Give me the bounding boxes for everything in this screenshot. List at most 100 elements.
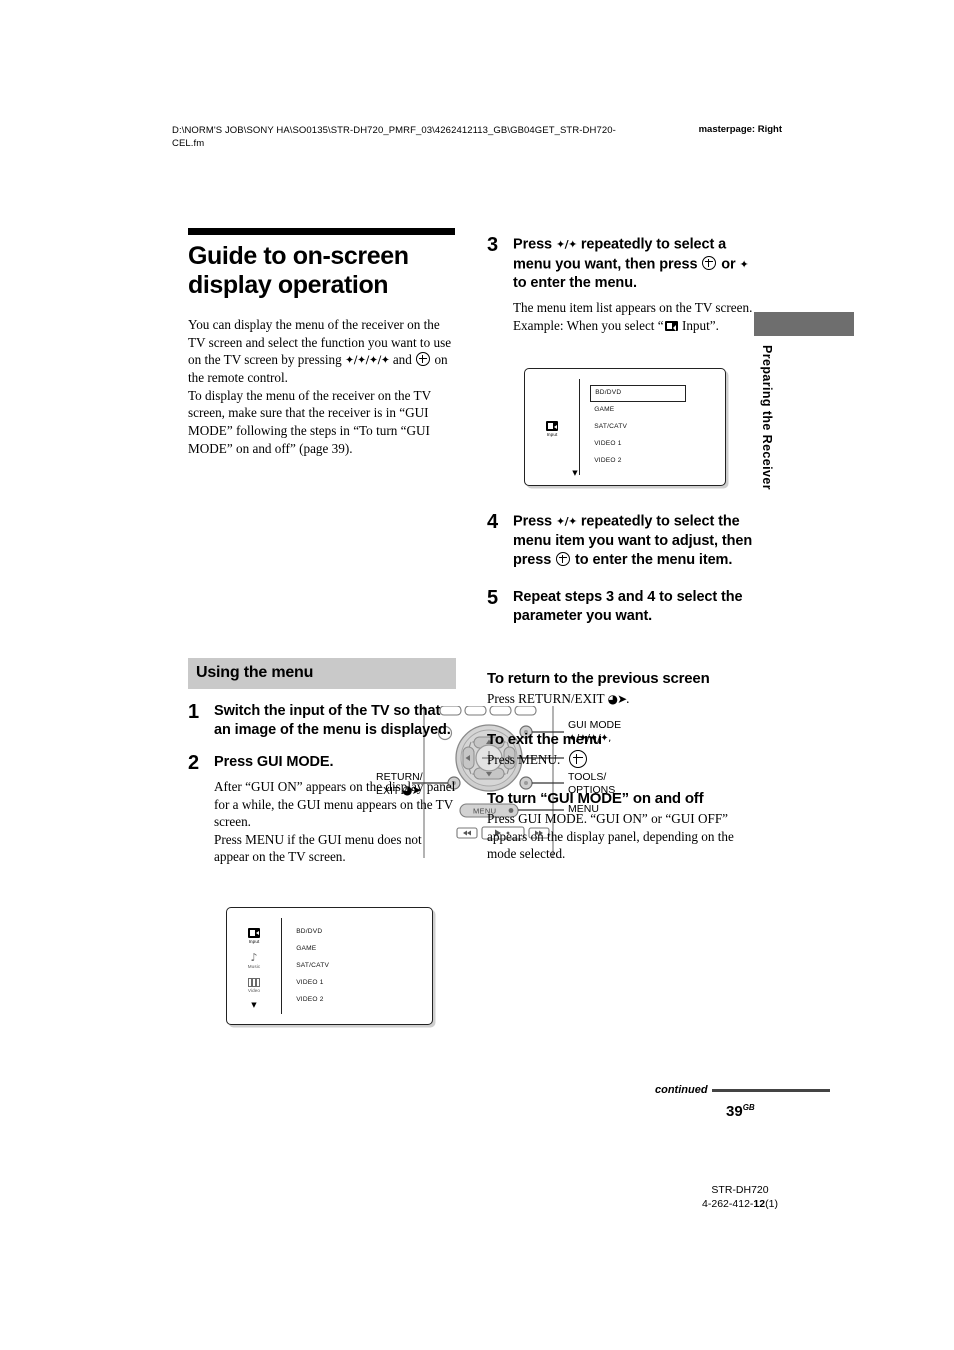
page-number-value: 39 <box>726 1103 743 1120</box>
continued-rule <box>711 1088 830 1092</box>
step-2: 2 Press GUI MODE. After “GUI ON” appears… <box>188 753 456 866</box>
step-2-desc-line-1: After “GUI ON” appears on the display pa… <box>214 779 456 830</box>
right-column-minor-sections: To return to the previous screen Press R… <box>487 670 762 863</box>
step-1-number: 1 <box>188 701 200 723</box>
minor-heading-gui-mode: To turn “GUI MODE” on and off <box>487 790 704 808</box>
step-3-desc-line-2a: Example: When you select “ <box>513 317 664 333</box>
input-icon <box>664 320 678 331</box>
up-down-arrows-icon: ✦/✦ <box>555 515 577 528</box>
step-4-heading: Press ✦/✦ repeatedly to select the menu … <box>513 512 759 570</box>
list-item[interactable]: GAME <box>296 941 432 958</box>
tv-input-list: BD/DVD GAME SAT/CATV VIDEO 1 VIDEO 2 <box>282 908 432 1024</box>
scroll-down-caret-icon: ▼ <box>572 469 578 477</box>
page-number-suffix: GB <box>742 1103 755 1112</box>
source-file-path: D:\NORM'S JOB\SONY HA\SO0135\STR-DH720_P… <box>172 125 616 149</box>
minor-section-return: To return to the previous screen Press R… <box>487 670 762 709</box>
tv-screen-mockup-input-selected: Input BD/DVD GAME SAT/CATV VIDEO 1 VIDEO… <box>524 368 726 486</box>
step-3-head-c: or <box>717 256 740 272</box>
intro-paragraph-2: To display the menu of the receiver on t… <box>188 387 431 456</box>
minor-body-return-b: . <box>626 691 630 706</box>
step-3-desc-line-1: The menu item list appears on the TV scr… <box>513 300 753 315</box>
direction-arrows-icon: ✦/✦/✦/✦ <box>345 353 390 367</box>
minor-heading-exit: To exit the menu <box>487 730 602 748</box>
enter-button-icon <box>556 551 571 566</box>
side-tab-label: Preparing the Receiver <box>760 345 774 490</box>
title-rule <box>188 228 455 235</box>
intro-text-b: and <box>389 352 416 368</box>
continued-marker: continued <box>655 1084 830 1096</box>
step-3-number: 3 <box>487 234 499 256</box>
step-1-heading: Switch the input of the TV so that an im… <box>214 703 451 738</box>
step-3-head-d: to enter the menu. <box>513 275 637 291</box>
list-item[interactable]: VIDEO 2 <box>594 453 725 470</box>
tv-icon-music: ♪ Music <box>247 950 261 969</box>
minor-body-return: Press RETURN/EXIT ◕➤. <box>487 690 762 709</box>
list-item[interactable]: GAME <box>594 402 725 419</box>
right-arrow-icon: ✦ <box>739 257 749 271</box>
masterpage-label: masterpage: Right <box>698 124 782 135</box>
step-5: 5 Repeat steps 3 and 4 to select the par… <box>487 588 759 626</box>
tv-icon-music-label: Music <box>247 963 261 969</box>
list-item[interactable]: SAT/CATV <box>594 419 725 436</box>
footer-model-info: STR-DH720 4-262-412-12(1) <box>640 1183 840 1211</box>
scroll-down-caret-icon: ▼ <box>251 1000 257 1009</box>
list-item[interactable]: BD/DVD <box>296 924 432 941</box>
list-item[interactable]: SAT/CATV <box>296 958 432 975</box>
section-subhead: Using the menu <box>188 658 456 689</box>
minor-body-exit: Press MENU. <box>487 751 561 767</box>
tv-icon-input: Input <box>546 421 558 437</box>
enter-button-icon <box>416 352 431 367</box>
tv-icon-video: Video <box>247 977 261 993</box>
footer-part-b: 12 <box>753 1198 766 1210</box>
step-2-description: After “GUI ON” appears on the display pa… <box>214 778 456 866</box>
tv-icon-input-label: Input <box>248 938 260 944</box>
minor-heading-return: To return to the previous screen <box>487 670 710 687</box>
continued-label: continued <box>655 1084 708 1096</box>
right-column-steps-4-5: 4 Press ✦/✦ repeatedly to select the men… <box>487 512 759 626</box>
step-3: 3 Press ✦/✦ repeatedly to select a menu … <box>487 235 757 334</box>
right-column: 3 Press ✦/✦ repeatedly to select a menu … <box>487 235 757 334</box>
tv-screen-mockup-menu-list: Input ♪ Music Video ▼ BD/DVD GAME SAT/CA… <box>226 907 433 1025</box>
footer-part-a: 4-262-412- <box>702 1198 754 1210</box>
footer-part-c: (1) <box>765 1198 778 1210</box>
up-down-arrows-icon: ✦/✦ <box>555 238 577 251</box>
step-3-heading: Press ✦/✦ repeatedly to select a menu yo… <box>513 235 757 293</box>
footer-model-name: STR-DH720 <box>711 1184 769 1196</box>
left-column: Guide to on-screen display operation You… <box>188 228 621 864</box>
page-title: Guide to on-screen display operation <box>188 242 409 299</box>
tv-icon-input-label: Input <box>546 432 558 437</box>
step-2-number: 2 <box>188 752 200 774</box>
music-icon: ♪ <box>250 950 258 964</box>
minor-body-gui-mode: Press GUI MODE. “GUI ON” or “GUI OFF” ap… <box>487 811 734 862</box>
step-1: 1 Switch the input of the TV so that an … <box>188 702 456 740</box>
step-3-desc-line-2b: Input”. <box>678 317 719 333</box>
list-item[interactable]: VIDEO 1 <box>296 975 432 992</box>
video-icon <box>247 977 260 987</box>
tv-icon-video-label: Video <box>247 987 261 993</box>
footer-part-number: 4-262-412-12(1) <box>640 1197 840 1211</box>
intro-paragraph-1: You can display the menu of the receiver… <box>188 316 456 387</box>
enter-button-icon <box>702 256 717 270</box>
minor-section-exit: To exit the menu Press MENU. <box>487 731 762 769</box>
list-item-selected[interactable]: BD/DVD <box>590 384 687 402</box>
tv-input-list: BD/DVD GAME SAT/CATV VIDEO 1 VIDEO 2 ▼ <box>572 369 725 485</box>
step-3-description: The menu item list appears on the TV scr… <box>513 299 757 334</box>
list-item[interactable]: VIDEO 2 <box>296 992 432 1009</box>
tv-icon-column: Input <box>525 369 579 485</box>
side-tab-band <box>754 312 854 336</box>
using-the-menu-section: Using the menu 1 Switch the input of the… <box>188 658 456 866</box>
minor-body-return-a: Press RETURN/EXIT <box>487 691 608 706</box>
return-arrow-icon: ◕➤ <box>607 692 628 706</box>
tv-icon-input: Input <box>248 927 260 944</box>
step-4-head-c: to enter the menu item. <box>571 551 733 568</box>
step-2-heading: Press GUI MODE. <box>214 754 334 770</box>
document-header: D:\NORM'S JOB\SONY HA\SO0135\STR-DH720_P… <box>172 124 782 150</box>
tv-icon-column: Input ♪ Music Video ▼ <box>227 908 281 1024</box>
step-4-head-a: Press <box>513 513 556 530</box>
step-2-desc-line-2: Press MENU if the GUI menu does not appe… <box>214 831 422 865</box>
step-5-heading: Repeat steps 3 and 4 to select the param… <box>513 588 743 624</box>
page-number: 39GB <box>726 1103 755 1120</box>
input-icon <box>248 927 260 938</box>
step-4: 4 Press ✦/✦ repeatedly to select the men… <box>487 512 759 570</box>
list-item[interactable]: VIDEO 1 <box>594 436 725 453</box>
